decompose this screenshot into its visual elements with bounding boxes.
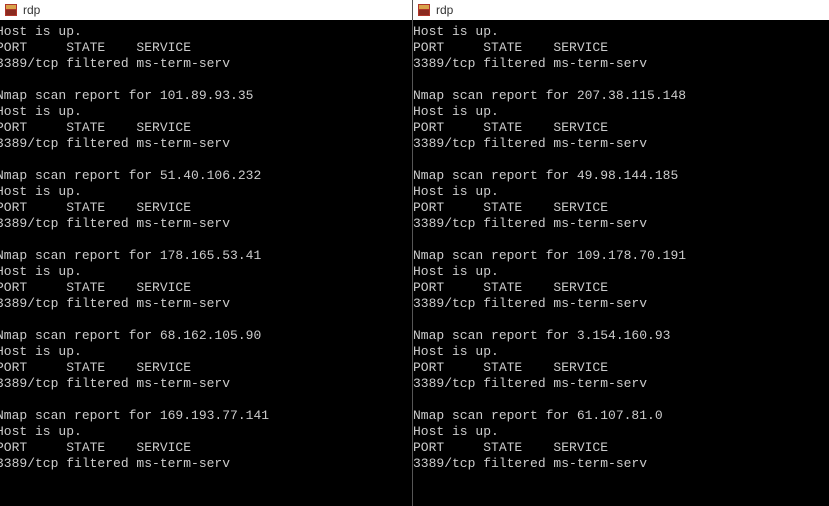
terminal-line: Host is up. (413, 104, 829, 120)
terminal-line (413, 232, 829, 248)
terminal-line: 3389/tcp filtered ms-term-serv (413, 136, 829, 152)
terminal-line (0, 232, 412, 248)
terminal-line: 3389/tcp filtered ms-term-serv (413, 216, 829, 232)
terminal-window-right: rdp Host is up.PORT STATE SERVICE3389/tc… (413, 0, 829, 506)
terminal-line: PORT STATE SERVICE (0, 360, 412, 376)
terminal-line: Host is up. (413, 184, 829, 200)
terminal-line: Nmap scan report for 207.38.115.148 (413, 88, 829, 104)
terminal-line: 3389/tcp filtered ms-term-serv (0, 136, 412, 152)
terminal-line: PORT STATE SERVICE (0, 120, 412, 136)
terminal-line (0, 312, 412, 328)
terminal-line: Host is up. (0, 344, 412, 360)
terminal-line: 3389/tcp filtered ms-term-serv (0, 216, 412, 232)
terminal-line: Nmap scan report for 178.165.53.41 (0, 248, 412, 264)
terminal-line: 3389/tcp filtered ms-term-serv (0, 456, 412, 472)
terminal-line: Host is up. (0, 424, 412, 440)
window-title-right: rdp (436, 3, 453, 17)
terminal-line (0, 72, 412, 88)
terminal-line: 3389/tcp filtered ms-term-serv (413, 376, 829, 392)
terminal-window-left: rdp Host is up.PORT STATE SERVICE3389/tc… (0, 0, 413, 506)
terminal-line: Host is up. (413, 24, 829, 40)
terminal-line: 3389/tcp filtered ms-term-serv (413, 296, 829, 312)
terminal-line: Host is up. (413, 344, 829, 360)
terminal-line: Host is up. (0, 184, 412, 200)
terminal-line: PORT STATE SERVICE (413, 440, 829, 456)
terminal-line: PORT STATE SERVICE (0, 280, 412, 296)
terminal-line: Host is up. (413, 264, 829, 280)
terminal-line: PORT STATE SERVICE (413, 200, 829, 216)
terminal-line: Nmap scan report for 109.178.70.191 (413, 248, 829, 264)
terminal-output-right[interactable]: Host is up.PORT STATE SERVICE3389/tcp fi… (413, 20, 829, 506)
terminal-line: Nmap scan report for 51.40.106.232 (0, 168, 412, 184)
terminal-line: Host is up. (0, 104, 412, 120)
terminal-output-left[interactable]: Host is up.PORT STATE SERVICE3389/tcp fi… (0, 20, 412, 506)
terminal-line: Host is up. (0, 24, 412, 40)
terminal-line (0, 392, 412, 408)
terminal-line: PORT STATE SERVICE (413, 120, 829, 136)
terminal-line: 3389/tcp filtered ms-term-serv (0, 56, 412, 72)
terminal-line (413, 152, 829, 168)
window-title-left: rdp (23, 3, 40, 17)
terminal-line: Host is up. (413, 424, 829, 440)
terminal-line: 3389/tcp filtered ms-term-serv (413, 456, 829, 472)
terminal-line: Nmap scan report for 49.98.144.185 (413, 168, 829, 184)
terminal-line (413, 392, 829, 408)
terminal-line: 3389/tcp filtered ms-term-serv (413, 56, 829, 72)
terminal-line: Nmap scan report for 169.193.77.141 (0, 408, 412, 424)
terminal-line: PORT STATE SERVICE (413, 360, 829, 376)
terminal-line: Nmap scan report for 3.154.160.93 (413, 328, 829, 344)
titlebar-right[interactable]: rdp (413, 0, 829, 20)
terminal-line (413, 72, 829, 88)
terminal-line: PORT STATE SERVICE (0, 40, 412, 56)
terminal-line: PORT STATE SERVICE (0, 200, 412, 216)
terminal-line: Nmap scan report for 101.89.93.35 (0, 88, 412, 104)
terminal-line: 3389/tcp filtered ms-term-serv (0, 376, 412, 392)
terminal-line (413, 312, 829, 328)
terminal-line: PORT STATE SERVICE (0, 440, 412, 456)
terminal-line: Host is up. (0, 264, 412, 280)
app-icon (4, 3, 18, 17)
terminal-line: PORT STATE SERVICE (413, 40, 829, 56)
terminal-line: 3389/tcp filtered ms-term-serv (0, 296, 412, 312)
terminal-line (0, 152, 412, 168)
terminal-line: Nmap scan report for 61.107.81.0 (413, 408, 829, 424)
titlebar-left[interactable]: rdp (0, 0, 412, 20)
terminal-line: Nmap scan report for 68.162.105.90 (0, 328, 412, 344)
terminal-line: PORT STATE SERVICE (413, 280, 829, 296)
app-icon (417, 3, 431, 17)
